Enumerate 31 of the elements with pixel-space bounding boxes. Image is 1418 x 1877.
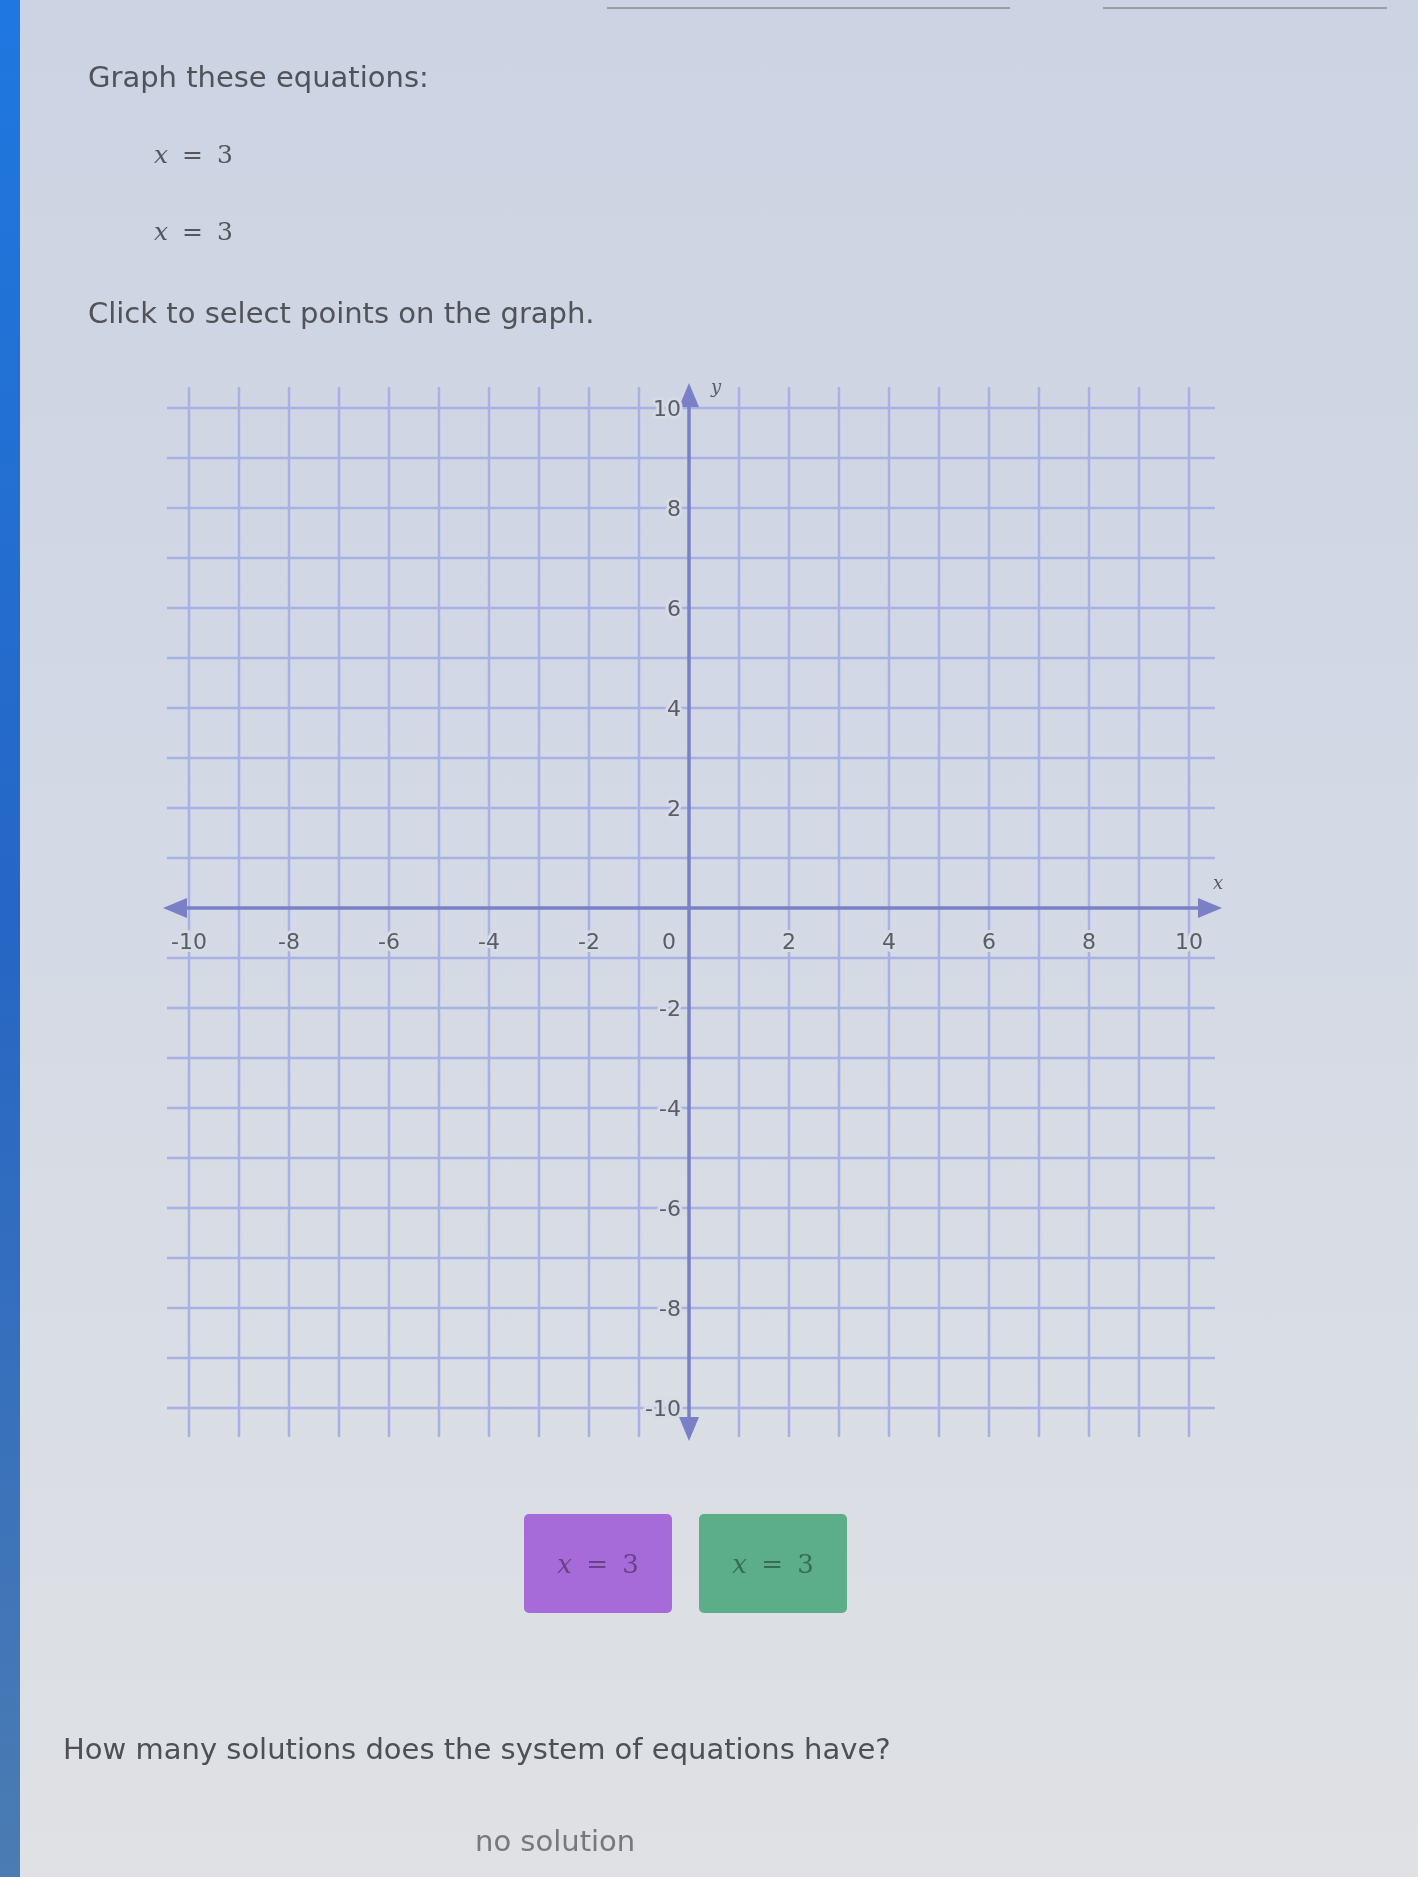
equation-button[interactable]: x = 3 (699, 1514, 847, 1613)
tick-label: -4 (478, 929, 500, 954)
tick-label: 6 (982, 929, 996, 954)
question-text: How many solutions does the system of equations have? (63, 1731, 891, 1767)
tick-label: -6 (659, 1196, 681, 1221)
tick-label: -2 (578, 929, 600, 954)
tick-label: -8 (659, 1296, 681, 1321)
tick-label: 6 (667, 596, 681, 621)
tick-label: -4 (659, 1096, 681, 1121)
tick-label: 10 (1175, 929, 1203, 954)
instructions-text: Graph these equations: (88, 59, 429, 95)
tick-label: -8 (278, 929, 300, 954)
axis-label: y (710, 376, 722, 397)
tick-label: -2 (659, 996, 681, 1021)
tick-label: -10 (171, 929, 207, 954)
axis-label: x (1212, 872, 1224, 893)
equation-button[interactable]: x = 3 (524, 1514, 672, 1613)
tick-label: -6 (378, 929, 400, 954)
answer-option[interactable]: no solution (475, 1823, 636, 1859)
tick-label: 8 (667, 496, 681, 521)
tick-label: 4 (667, 696, 681, 721)
equation-text: x = 3 (154, 139, 233, 171)
prompt-text: Click to select points on the graph. (88, 295, 595, 331)
equation-text: x = 3 (154, 216, 233, 248)
tick-label: 2 (667, 796, 681, 821)
tick-label: 2 (782, 929, 796, 954)
tick-label: -10 (645, 1396, 681, 1421)
tick-label: 8 (1082, 929, 1096, 954)
tick-label: 4 (882, 929, 896, 954)
tick-label: 0 (662, 929, 676, 954)
tick-label: 10 (653, 396, 681, 421)
